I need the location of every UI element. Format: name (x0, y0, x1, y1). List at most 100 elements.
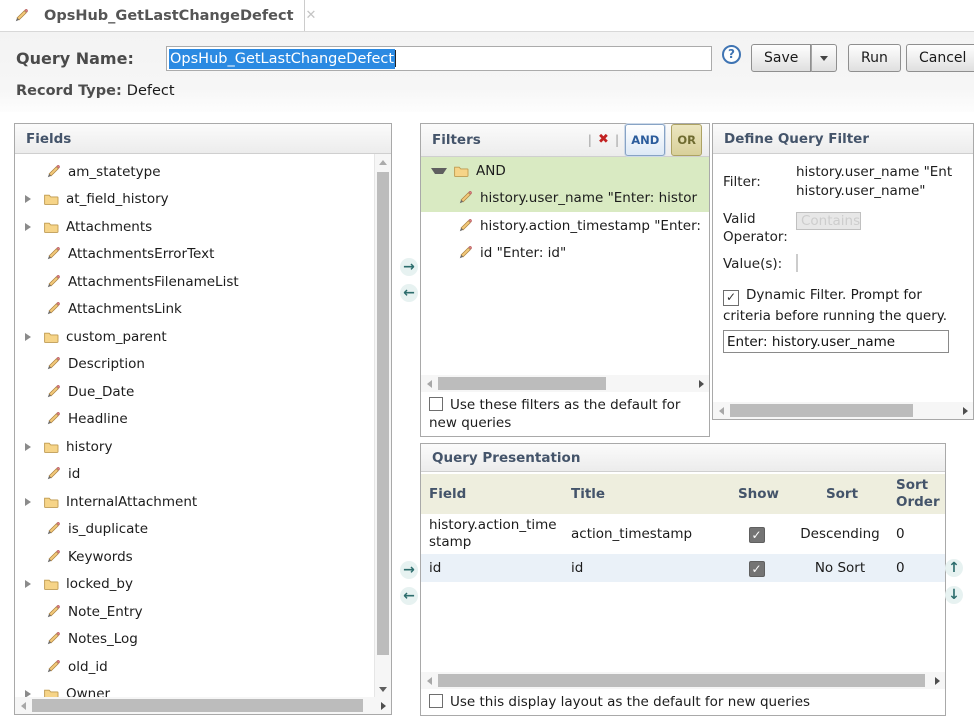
field-tree-item[interactable]: AttachmentsLink (15, 296, 374, 324)
filter-group-and[interactable]: AND (421, 157, 709, 185)
query-presentation-panel: Query Presentation Field Title Show Sort… (420, 443, 946, 716)
filter-item[interactable]: id "Enter: id" (421, 240, 709, 268)
field-tree-item[interactable]: Notes_Log (15, 626, 374, 654)
scroll-up-icon[interactable] (375, 154, 391, 170)
field-tree-item[interactable]: am_statetype (15, 158, 374, 186)
show-checkbox[interactable] (749, 527, 765, 543)
presentation-horizontal-scrollbar[interactable] (421, 672, 945, 689)
pencil-icon (45, 521, 61, 537)
table-row[interactable]: history.action_timestampaction_timestamp… (421, 514, 945, 554)
scroll-left-icon[interactable] (713, 407, 729, 415)
scrollbar-thumb[interactable] (438, 377, 606, 390)
field-tree-item[interactable]: custom_parent (15, 323, 374, 351)
field-tree-item[interactable]: Note_Entry (15, 598, 374, 626)
valid-operator-label: Valid Operator: (723, 210, 796, 246)
remove-column-arrow-icon[interactable] (400, 587, 418, 605)
field-label: Owner (66, 686, 110, 697)
field-tree-item[interactable]: AttachmentsFilenameList (15, 268, 374, 296)
expand-icon[interactable] (25, 223, 37, 231)
folder-icon (43, 686, 59, 697)
field-tree-item[interactable]: Description (15, 351, 374, 379)
field-tree-item[interactable]: old_id (15, 653, 374, 681)
filters-default-checkbox[interactable] (429, 397, 443, 411)
scrollbar-thumb[interactable] (32, 699, 363, 712)
field-tree-item[interactable]: locked_by (15, 571, 374, 599)
field-tree-item[interactable]: is_duplicate (15, 516, 374, 544)
prompt-input[interactable] (723, 330, 949, 353)
row-title-value: action_timestamp (563, 523, 721, 546)
cancel-button[interactable]: Cancel (906, 44, 974, 72)
filters-horizontal-scrollbar[interactable] (421, 375, 709, 392)
remove-filter-arrow-icon[interactable] (400, 284, 418, 302)
folder-icon (43, 219, 59, 235)
expand-icon[interactable] (25, 580, 37, 588)
field-tree-item[interactable]: Keywords (15, 543, 374, 571)
collapse-icon[interactable] (431, 168, 447, 174)
run-button[interactable]: Run (848, 44, 901, 72)
dynamic-filter-checkbox[interactable] (723, 290, 739, 306)
column-sort-order: Sort Order (888, 474, 945, 514)
or-button[interactable]: OR (671, 124, 702, 156)
field-tree-item[interactable]: at_field_history (15, 186, 374, 214)
scrollbar-thumb[interactable] (438, 674, 925, 687)
show-checkbox[interactable] (749, 561, 765, 577)
filter-item[interactable]: history.action_timestamp "Enter: (421, 212, 709, 240)
field-label: am_statetype (68, 164, 161, 180)
folder-icon (43, 494, 59, 510)
scroll-right-icon[interactable] (929, 677, 945, 685)
record-type-label: Record Type: (16, 83, 122, 99)
fields-horizontal-scrollbar[interactable] (15, 697, 391, 714)
pencil-icon (45, 659, 61, 675)
field-tree-item[interactable]: id (15, 461, 374, 489)
move-down-arrow-icon[interactable] (945, 586, 963, 604)
field-label: AttachmentsErrorText (68, 246, 214, 262)
filters-toolbar: AND OR (588, 124, 709, 156)
filter-item[interactable]: history.user_name "Enter: histor (421, 185, 709, 213)
add-column-arrow-icon[interactable] (400, 561, 418, 579)
scrollbar-thumb[interactable] (730, 404, 913, 417)
add-filter-arrow-icon[interactable] (400, 258, 418, 276)
help-icon[interactable] (722, 45, 741, 64)
field-tree-item[interactable]: AttachmentsErrorText (15, 241, 374, 269)
scrollbar-thumb[interactable] (377, 172, 389, 655)
expand-icon[interactable] (25, 333, 37, 341)
field-label: Keywords (68, 549, 133, 565)
field-tree-item[interactable]: history (15, 433, 374, 461)
table-row[interactable]: ididNo Sort0 (421, 554, 945, 582)
field-tree-item[interactable]: Due_Date (15, 378, 374, 406)
save-dropdown-button[interactable] (811, 44, 837, 72)
pencil-icon (45, 301, 61, 317)
field-label: Note_Entry (68, 604, 143, 620)
scroll-right-icon[interactable] (957, 407, 973, 415)
expand-icon[interactable] (25, 195, 37, 203)
delete-filter-icon[interactable] (598, 126, 609, 154)
save-button[interactable]: Save (751, 44, 811, 72)
expand-icon[interactable] (25, 443, 37, 451)
field-label: AttachmentsFilenameList (68, 274, 239, 290)
scroll-right-icon[interactable] (693, 380, 709, 388)
expand-icon[interactable] (25, 498, 37, 506)
query-tab[interactable]: OpsHub_GetLastChangeDefect (0, 0, 305, 31)
move-up-arrow-icon[interactable] (945, 559, 963, 577)
query-name-input[interactable]: OpsHub_GetLastChangeDefect (166, 46, 712, 71)
and-button[interactable]: AND (625, 124, 665, 156)
field-tree-item[interactable]: Headline (15, 406, 374, 434)
expand-icon[interactable] (25, 690, 37, 697)
field-tree-item[interactable]: Owner (15, 681, 374, 698)
field-tree-item[interactable]: Attachments (15, 213, 374, 241)
scroll-right-icon[interactable] (375, 702, 391, 710)
field-tree-item[interactable]: InternalAttachment (15, 488, 374, 516)
scroll-left-icon[interactable] (421, 677, 437, 685)
row-field-value: history.action_timestamp (421, 514, 563, 554)
scroll-left-icon[interactable] (421, 380, 437, 388)
fields-vertical-scrollbar[interactable] (374, 154, 391, 697)
scroll-left-icon[interactable] (15, 702, 31, 710)
query-header: Query Name: OpsHub_GetLastChangeDefect S… (0, 32, 974, 112)
scroll-down-icon[interactable] (375, 681, 391, 697)
column-title: Title (563, 483, 721, 506)
layout-default-checkbox[interactable] (429, 694, 443, 708)
field-label: custom_parent (66, 329, 167, 345)
define-horizontal-scrollbar[interactable] (713, 402, 973, 419)
close-icon[interactable] (306, 8, 317, 23)
field-label: id (68, 466, 80, 482)
